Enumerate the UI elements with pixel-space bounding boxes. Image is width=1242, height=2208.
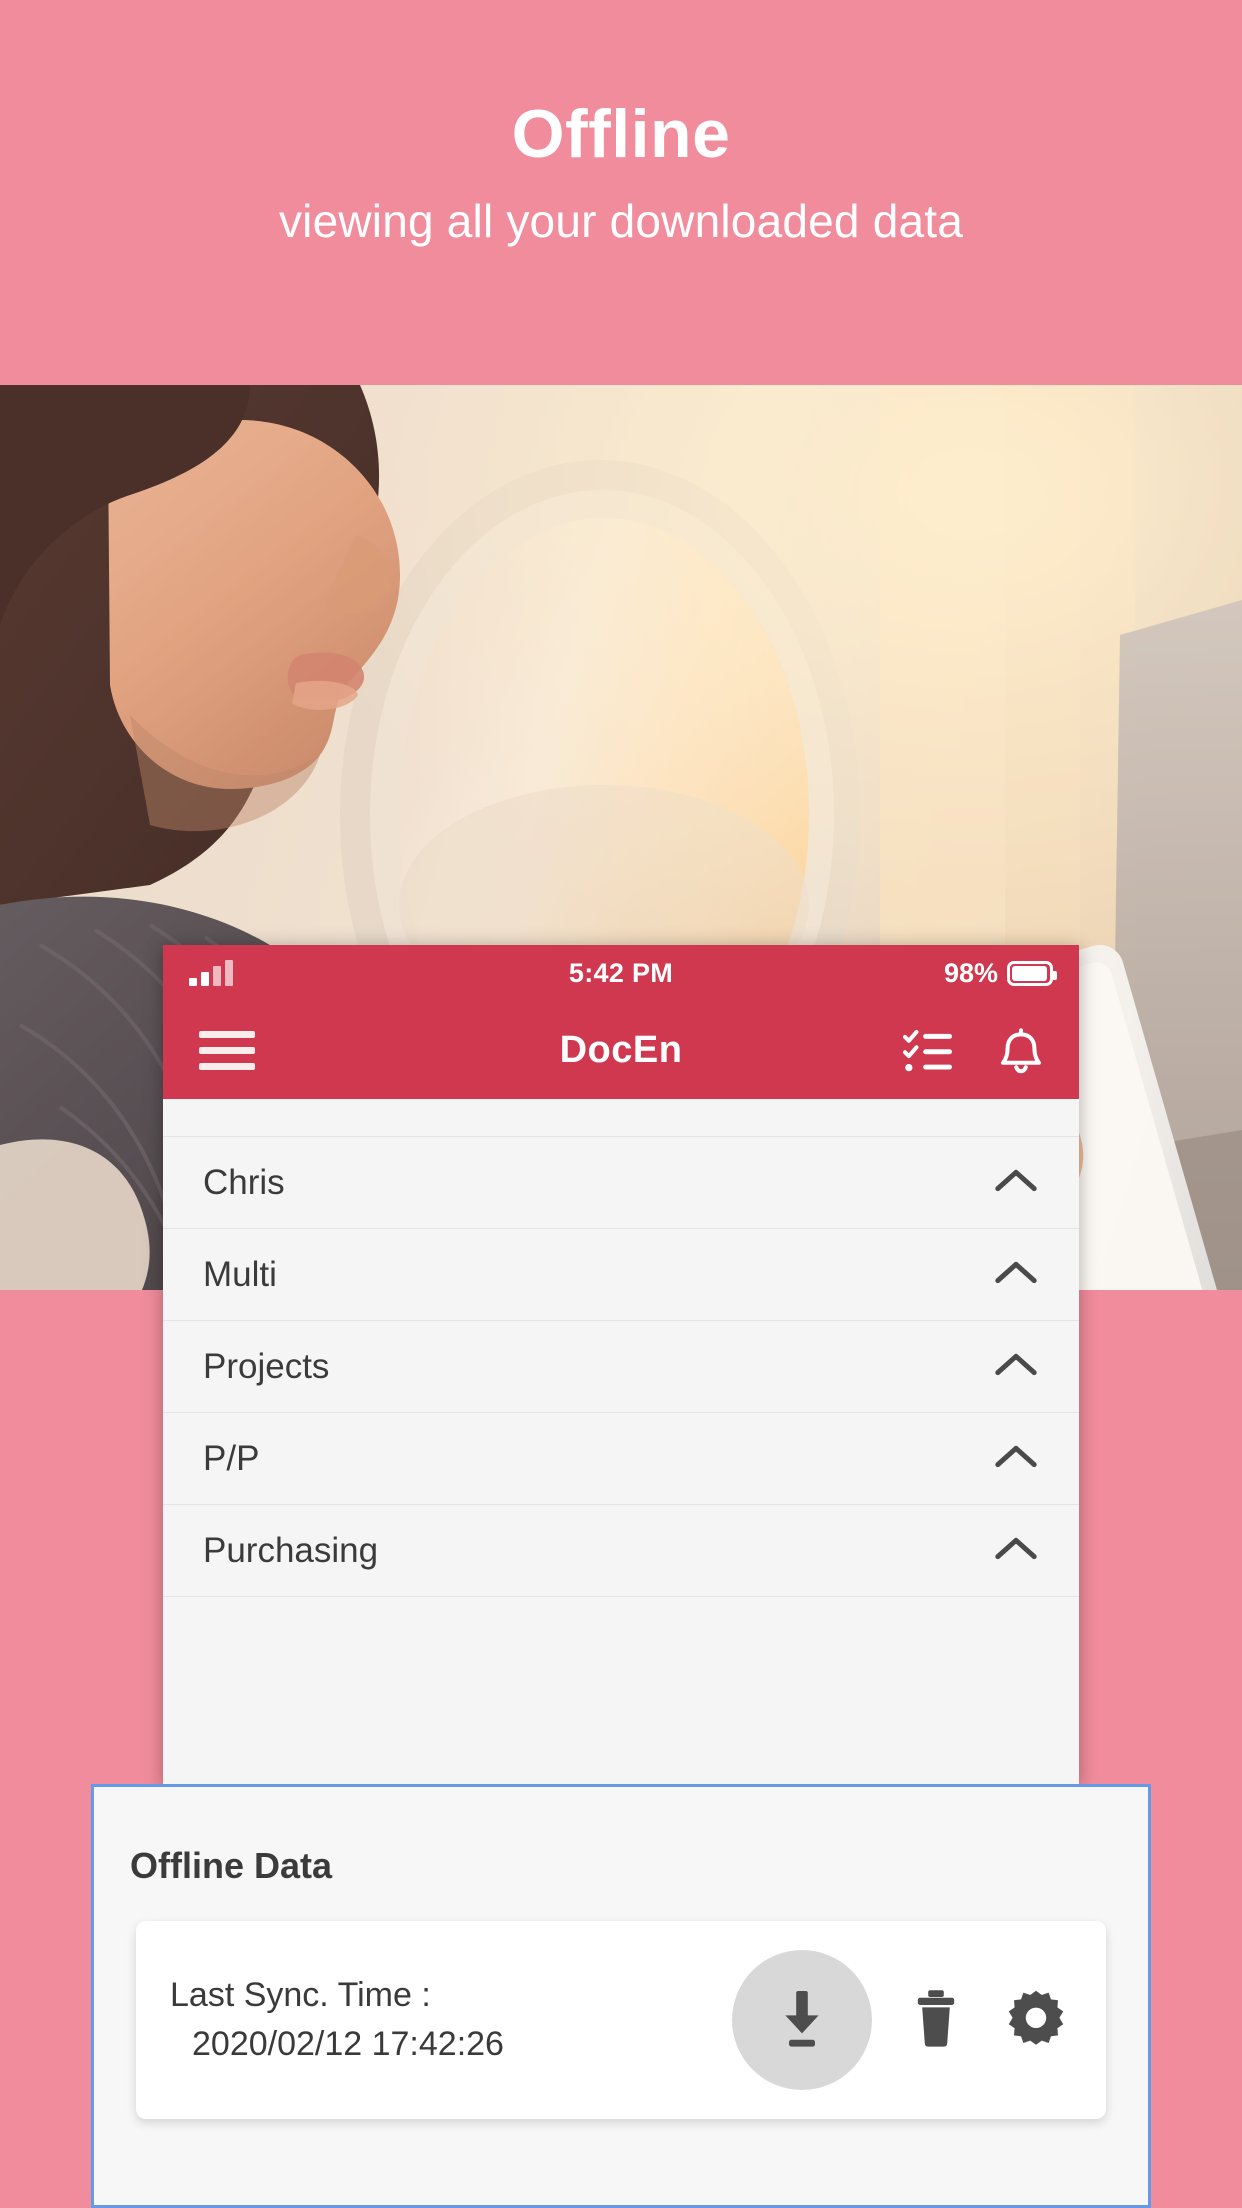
promo-title: Offline bbox=[511, 96, 731, 172]
download-button[interactable] bbox=[732, 1950, 872, 2090]
last-sync-text: Last Sync. Time : 2020/02/12 17:42:26 bbox=[170, 1971, 504, 2070]
bell-icon[interactable] bbox=[999, 1026, 1043, 1074]
download-icon bbox=[773, 1987, 831, 2054]
list-item-label: Multi bbox=[203, 1254, 277, 1294]
offline-data-panel: Offline Data Last Sync. Time : 2020/02/1… bbox=[91, 1784, 1151, 2208]
phone-status-bar: 5:42 PM 98% bbox=[163, 945, 1079, 1001]
checklist-icon[interactable] bbox=[903, 1027, 953, 1073]
promo-subtitle: viewing all your downloaded data bbox=[278, 195, 964, 247]
sync-actions bbox=[732, 1950, 1072, 2090]
battery-percent: 98% bbox=[943, 957, 998, 988]
phone-mockup: 5:42 PM 98% DocEn Chris Multi Projects P… bbox=[163, 945, 1079, 1788]
list-item[interactable]: Purchasing bbox=[163, 1505, 1079, 1597]
chevron-up-icon[interactable] bbox=[993, 1442, 1039, 1475]
delete-button[interactable] bbox=[900, 1984, 972, 2056]
screenshot-root: Offline viewing all your downloaded data bbox=[0, 0, 1242, 2208]
list-item[interactable]: P/P bbox=[163, 1413, 1079, 1505]
list-item[interactable]: Projects bbox=[163, 1321, 1079, 1413]
settings-button[interactable] bbox=[1000, 1984, 1072, 2056]
accordion-list: Chris Multi Projects P/P Purchasing bbox=[163, 1099, 1079, 1597]
trash-icon bbox=[913, 1989, 959, 2052]
gear-icon bbox=[1007, 1989, 1065, 2052]
app-bar-actions bbox=[903, 1026, 1043, 1074]
last-sync-value: 2020/02/12 17:42:26 bbox=[192, 2025, 504, 2063]
app-bar: DocEn bbox=[163, 1001, 1079, 1099]
last-sync-card: Last Sync. Time : 2020/02/12 17:42:26 bbox=[136, 1921, 1106, 2119]
chevron-up-icon[interactable] bbox=[993, 1166, 1039, 1199]
list-item-label: P/P bbox=[203, 1438, 260, 1478]
battery-icon bbox=[1007, 960, 1057, 986]
chevron-up-icon[interactable] bbox=[993, 1350, 1039, 1383]
offline-data-title: Offline Data bbox=[130, 1845, 333, 1886]
list-item[interactable]: Multi bbox=[163, 1229, 1079, 1321]
list-item[interactable]: Chris bbox=[163, 1137, 1079, 1229]
list-item-label: Projects bbox=[203, 1346, 330, 1386]
list-item-label: Chris bbox=[203, 1162, 285, 1202]
status-bar-right: 98% bbox=[943, 957, 1057, 989]
chevron-up-icon[interactable] bbox=[993, 1534, 1039, 1567]
list-top-spacer bbox=[163, 1099, 1079, 1137]
list-item-label: Purchasing bbox=[203, 1530, 379, 1570]
promo-banner: Offline viewing all your downloaded data bbox=[0, 0, 1242, 385]
status-bar-time: 5:42 PM bbox=[568, 957, 674, 988]
chevron-up-icon[interactable] bbox=[993, 1258, 1039, 1291]
last-sync-label: Last Sync. Time : bbox=[170, 1975, 431, 2014]
hamburger-menu-icon[interactable] bbox=[199, 1030, 255, 1070]
signal-bars-icon bbox=[189, 960, 233, 986]
